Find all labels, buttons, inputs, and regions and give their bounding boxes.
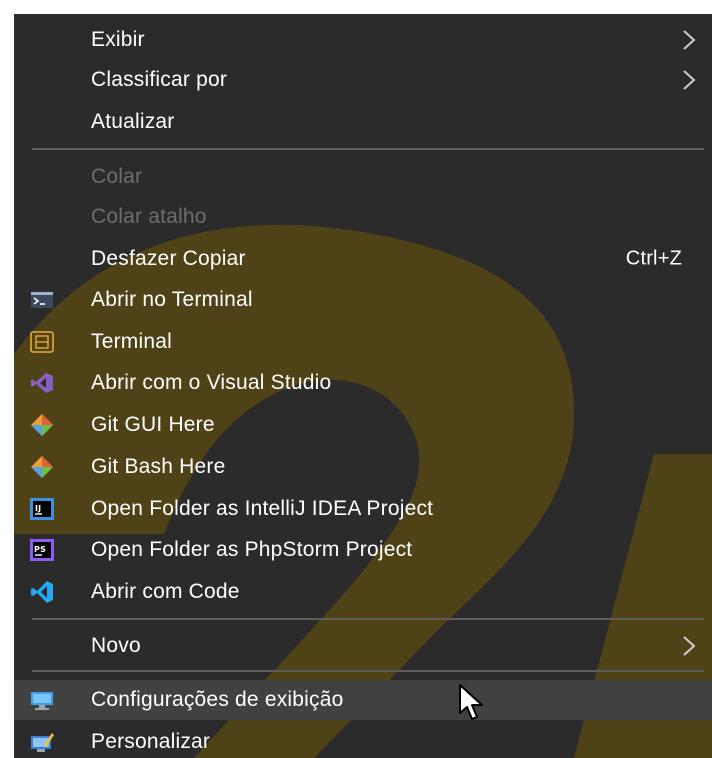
phpstorm-icon: PS	[30, 539, 54, 561]
menu-item-label: Desfazer Copiar	[91, 247, 246, 270]
git-icon	[31, 414, 53, 436]
chevron-right-icon	[683, 30, 696, 50]
svg-text:PS: PS	[34, 545, 46, 554]
git-icon	[31, 456, 53, 478]
menu-item-undo-copy[interactable]: Desfazer Copiar Ctrl+Z	[14, 239, 712, 279]
menu-item-label: Colar	[91, 165, 143, 188]
chevron-right-icon	[683, 636, 696, 656]
personalize-icon	[31, 733, 54, 752]
menu-item-refresh[interactable]: Atualizar	[14, 102, 712, 142]
terminal-prompt-icon	[31, 292, 53, 308]
menu-item-git-bash[interactable]: Git Bash Here	[14, 447, 712, 487]
menu-item-paste-shortcut: Colar atalho	[14, 197, 712, 237]
menu-item-label: Configurações de exibição	[91, 688, 344, 711]
display-icon	[31, 692, 53, 710]
menu-item-open-code[interactable]: Abrir com Code	[14, 572, 712, 612]
menu-item-label: Abrir no Terminal	[91, 288, 253, 311]
svg-text:IJ: IJ	[35, 504, 41, 513]
menu-item-open-intellij[interactable]: IJ Open Folder as IntelliJ IDEA Project	[14, 489, 712, 529]
menu-item-open-terminal[interactable]: Abrir no Terminal	[14, 280, 712, 320]
menu-item-label: Abrir com o Visual Studio	[91, 371, 332, 394]
menu-separator	[32, 618, 704, 620]
menu-item-label: Open Folder as IntelliJ IDEA Project	[91, 497, 434, 520]
menu-item-terminal[interactable]: Terminal	[14, 322, 712, 362]
menu-item-paste: Colar	[14, 157, 712, 197]
menu-item-personalize[interactable]: Personalizar	[14, 722, 712, 758]
menu-item-git-gui[interactable]: Git GUI Here	[14, 405, 712, 445]
menu-item-label: Git Bash Here	[91, 455, 226, 478]
menu-item-label: Exibir	[91, 28, 145, 51]
menu-item-label: Open Folder as PhpStorm Project	[91, 538, 413, 561]
menu-item-open-visual-studio[interactable]: Abrir com o Visual Studio	[14, 363, 712, 403]
menu-item-label: Colar atalho	[91, 205, 207, 228]
menu-item-label: Atualizar	[91, 110, 175, 133]
terminal-app-icon	[30, 331, 54, 353]
mouse-pointer-icon	[459, 684, 483, 720]
menu-item-label: Abrir com Code	[91, 580, 240, 603]
context-menu: Exibir Classificar por Atualizar Colar C…	[14, 14, 712, 758]
menu-separator	[32, 670, 704, 672]
menu-separator	[32, 148, 704, 150]
menu-item-label: Git GUI Here	[91, 413, 215, 436]
chevron-right-icon	[683, 70, 696, 90]
menu-item-label: Classificar por	[91, 68, 228, 91]
vscode-icon	[31, 581, 53, 603]
menu-item-display-settings[interactable]: Configurações de exibição	[14, 680, 712, 720]
menu-item-label: Personalizar	[91, 730, 211, 753]
menu-item-sort-by[interactable]: Classificar por	[14, 60, 712, 100]
menu-item-label: Terminal	[91, 330, 172, 353]
intellij-icon: IJ	[30, 498, 54, 520]
menu-item-label: Novo	[91, 634, 141, 657]
menu-item-open-phpstorm[interactable]: PS Open Folder as PhpStorm Project	[14, 530, 712, 570]
menu-item-view[interactable]: Exibir	[14, 20, 712, 60]
keyboard-shortcut: Ctrl+Z	[625, 247, 682, 270]
menu-item-new[interactable]: Novo	[14, 626, 712, 666]
visual-studio-icon	[31, 373, 53, 393]
